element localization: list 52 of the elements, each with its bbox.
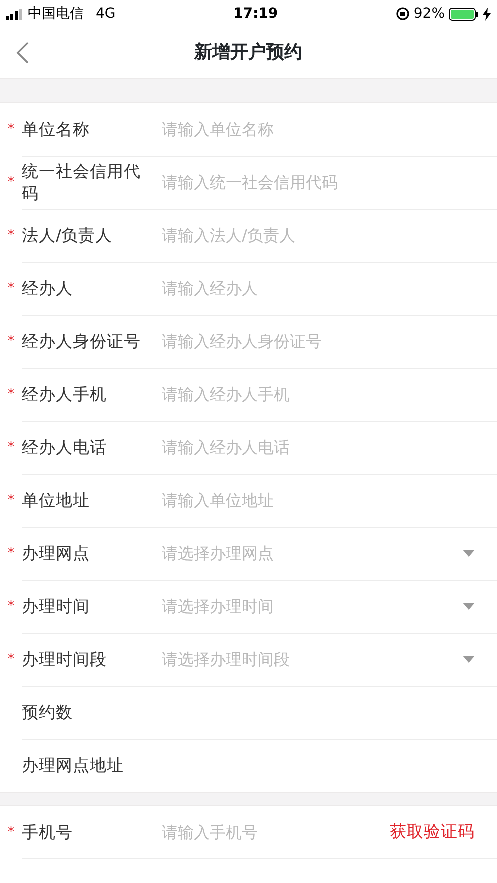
caret-icon <box>463 656 475 663</box>
required-mark: * <box>8 650 14 669</box>
signal-icon <box>6 8 24 20</box>
network-type: 4G <box>96 4 116 24</box>
input-field[interactable]: 请输入经办人手机 <box>162 382 497 406</box>
required-mark: * <box>8 492 14 510</box>
field-label: 统一社会信用代码 <box>22 161 142 204</box>
input-field[interactable]: 请输入法人/负责人 <box>162 224 497 248</box>
field-label: 办理时间 <box>22 596 91 618</box>
field-label: 手机号 <box>22 822 74 844</box>
required-mark: * <box>8 386 14 404</box>
page-title: 新增开户预约 <box>194 42 302 64</box>
field-label: 经办人 <box>22 278 74 300</box>
status-time: 17:19 <box>234 4 278 24</box>
input-field[interactable]: 请输入经办人身份证号 <box>162 330 497 354</box>
back-button[interactable] <box>16 40 30 65</box>
caret-icon <box>463 550 475 557</box>
field-label: 单位地址 <box>22 490 91 512</box>
field-label: 办理网点地址 <box>22 754 125 776</box>
input-field[interactable]: 请输入手机号 <box>162 820 390 844</box>
input-field[interactable]: 请输入单位地址 <box>162 488 497 512</box>
field-label: 办理时间段 <box>22 648 108 670</box>
select-field[interactable]: 请选择办理时间 <box>162 594 463 618</box>
select-field[interactable]: 请选择办理网点 <box>162 542 463 566</box>
select-field[interactable]: 请选择办理时间段 <box>162 648 463 672</box>
required-mark: * <box>8 544 14 563</box>
get-code-button[interactable]: 获取验证码 <box>390 820 475 845</box>
field-label: 经办人电话 <box>22 436 108 458</box>
caret-icon <box>463 603 475 610</box>
input-field[interactable]: 请输入统一社会信用代码 <box>162 170 497 194</box>
field-label: 预约数 <box>22 702 74 724</box>
input-field[interactable]: 请输入经办人 <box>162 276 497 300</box>
battery-percent: 92% <box>414 4 445 24</box>
required-mark: * <box>8 280 14 298</box>
required-mark: * <box>8 332 14 351</box>
field-label: 法人/负责人 <box>22 224 114 246</box>
field-label: 经办人手机 <box>22 384 108 406</box>
required-mark: * <box>8 824 14 842</box>
input-field[interactable]: 请输入单位名称 <box>162 118 497 142</box>
field-label: 办理网点 <box>22 542 91 564</box>
rotation-lock-icon <box>396 7 410 21</box>
carrier-name: 中国电信 <box>28 4 84 24</box>
required-mark: * <box>8 598 14 616</box>
required-mark: * <box>8 120 14 139</box>
required-mark: * <box>8 226 14 245</box>
required-mark: * <box>8 438 14 457</box>
charging-icon <box>483 8 491 20</box>
battery-icon <box>449 8 479 20</box>
field-label: 经办人身份证号 <box>22 330 142 352</box>
required-mark: * <box>8 174 14 192</box>
input-field[interactable]: 请输入经办人电话 <box>162 436 497 460</box>
field-label: 单位名称 <box>22 118 91 140</box>
